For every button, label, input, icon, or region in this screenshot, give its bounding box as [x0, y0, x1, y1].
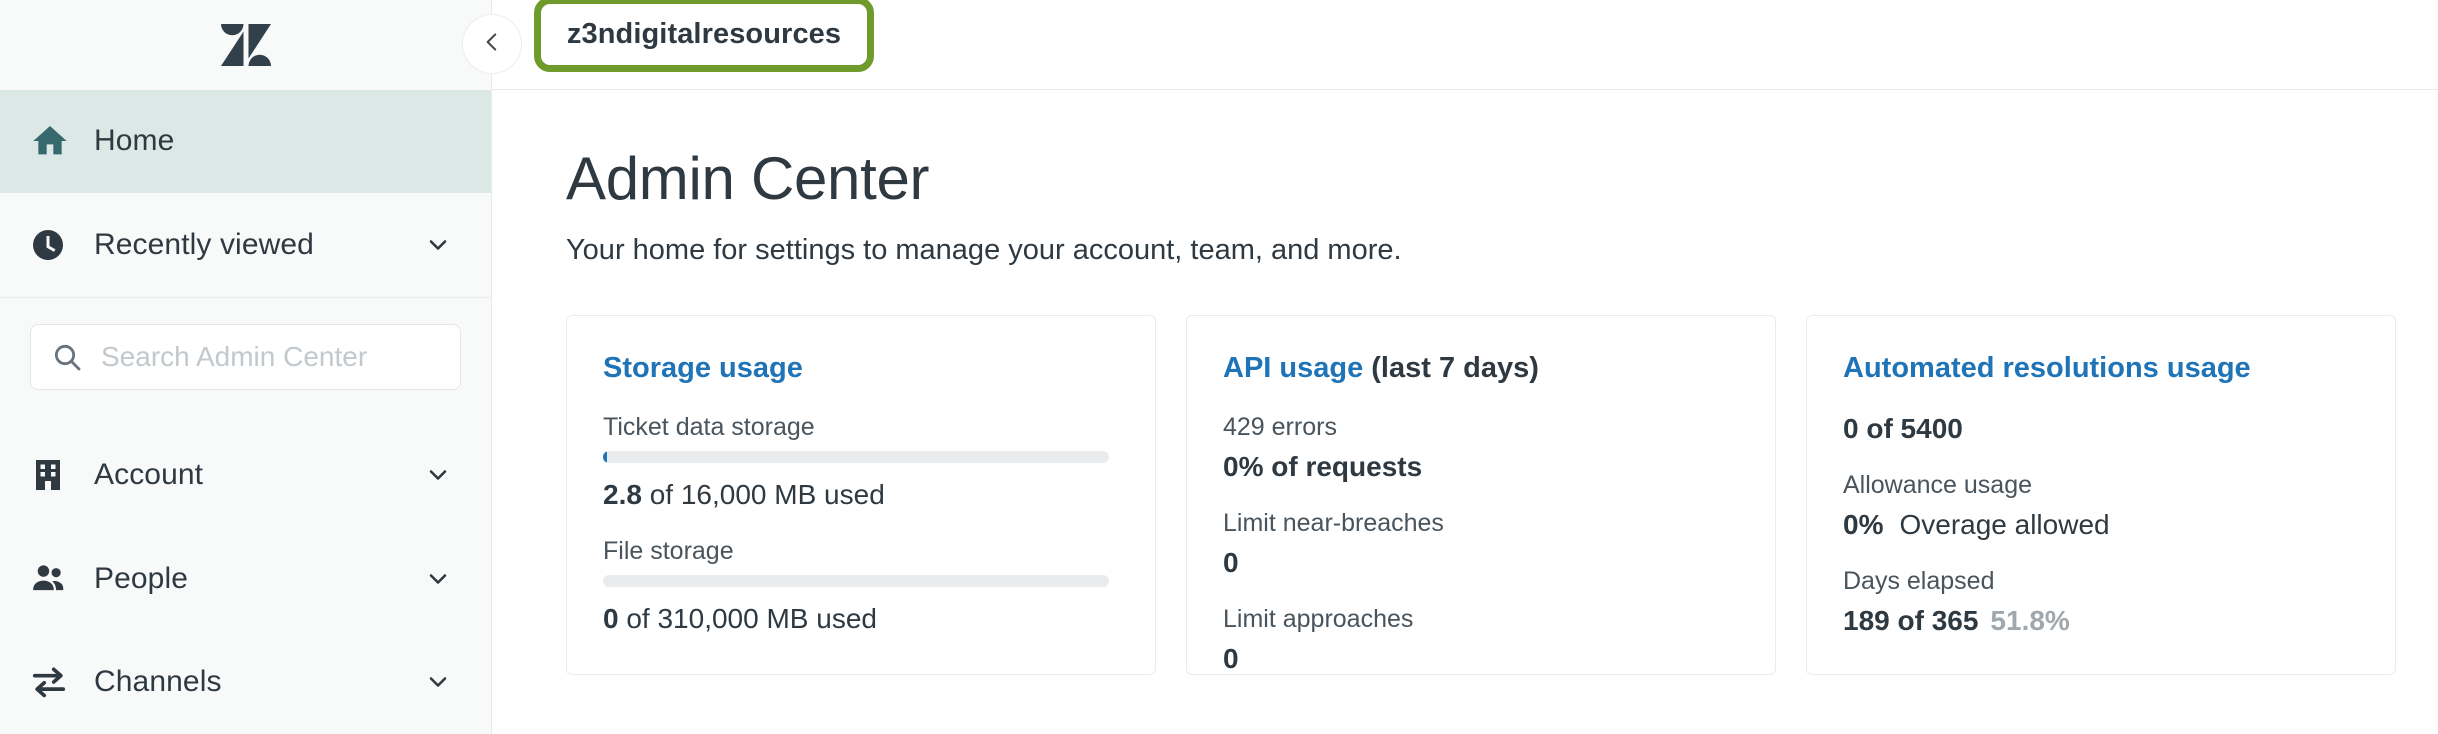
card-title-link[interactable]: Storage usage	[603, 352, 803, 384]
metric-value-strong: 189 of 365	[1843, 605, 1979, 637]
card-title-link[interactable]: API usage	[1223, 352, 1363, 384]
chevron-down-icon[interactable]	[421, 668, 455, 696]
sidebar-item-label: Recently viewed	[94, 227, 314, 261]
metric-value-strong: 2.8	[603, 479, 642, 511]
metric-value-strong: 0	[603, 603, 619, 635]
card-storage-usage: Storage usage Ticket data storage 2.8 of…	[566, 315, 1156, 675]
metric-value-strong: 0	[1223, 547, 1239, 579]
metric-label: Limit approaches	[1223, 605, 1414, 634]
metric-label: Days elapsed	[1843, 567, 1995, 596]
metric-value-muted: 51.8%	[1990, 605, 2070, 637]
card-title-suffix: (last 7 days)	[1363, 352, 1539, 384]
metric-label: 429 errors	[1223, 413, 1337, 442]
sidebar-item-home[interactable]: Home	[0, 89, 491, 194]
metric-value: 0	[1223, 547, 1739, 579]
card-title-link[interactable]: Automated resolutions usage	[1843, 352, 2251, 384]
progress-bar-fill	[603, 451, 607, 464]
usage-cards: Storage usage Ticket data storage 2.8 of…	[566, 315, 2438, 675]
card-title[interactable]: Storage usage	[603, 352, 1119, 385]
sidebar-item-label: People	[94, 561, 189, 595]
building-icon	[30, 457, 94, 493]
card-automated-resolutions-usage: Automated resolutions usage 0 of 5400 Al…	[1806, 315, 2396, 675]
metric-label: Limit near-breaches	[1223, 509, 1444, 538]
chevron-left-icon	[479, 29, 505, 60]
progress-bar-ticket-data	[603, 451, 1109, 464]
metric-value-strong: 0 of 5400	[1843, 413, 1963, 445]
sidebar-item-recently-viewed[interactable]: Recently viewed	[0, 193, 491, 296]
metric-value: 0	[1223, 643, 1739, 675]
people-icon	[30, 560, 94, 598]
metric-value: 0% Overage allowed	[1843, 509, 2359, 541]
card-api-usage: API usage (last 7 days) 429 errors 0% of…	[1186, 315, 1776, 675]
card-title[interactable]: Automated resolutions usage	[1843, 352, 2359, 385]
chevron-down-icon[interactable]	[421, 461, 455, 489]
home-icon	[30, 121, 94, 161]
sidebar-item-people[interactable]: People	[0, 527, 491, 630]
clock-icon	[30, 227, 94, 263]
page-subtitle: Your home for settings to manage your ac…	[566, 234, 1402, 266]
sidebar-item-label: Home	[94, 124, 175, 158]
sidebar: Home Recently viewed Search Admin Center…	[0, 0, 492, 734]
metric-value-strong: 0	[1223, 643, 1239, 675]
progress-bar-file-storage	[603, 575, 1109, 588]
page-content: Admin Center Your home for settings to m…	[492, 90, 2438, 675]
metric-value: 0 of 5400	[1843, 413, 2359, 445]
brand-header	[0, 0, 491, 90]
metric-value: 2.8 of 16,000 MB used	[603, 479, 1119, 511]
card-title[interactable]: API usage (last 7 days)	[1223, 352, 1739, 385]
sidebar-item-label: Channels	[94, 665, 222, 699]
metric-value-rest: of 310,000 MB used	[618, 603, 877, 635]
search-input[interactable]	[101, 340, 440, 373]
zendesk-logo	[218, 19, 274, 71]
metric-value-strong: 0% of requests	[1223, 451, 1423, 483]
tab-label: z3ndigitalresources	[566, 18, 842, 50]
page-title: Admin Center	[566, 145, 930, 212]
metric-label: Allowance usage	[1843, 471, 2033, 500]
collapse-sidebar-button[interactable]	[462, 14, 522, 74]
channels-arrows-icon	[30, 663, 94, 701]
sidebar-item-label: Account	[94, 458, 204, 492]
metric-label: Ticket data storage	[603, 413, 815, 442]
search-box[interactable]	[30, 323, 461, 390]
metric-value-rest: Overage allowed	[1899, 509, 2110, 541]
metric-value-strong: 0%	[1843, 509, 1884, 541]
metric-value: 0 of 310,000 MB used	[603, 603, 1119, 635]
metric-label: File storage	[603, 537, 734, 566]
admin-center-app: Home Recently viewed Search Admin Center…	[0, 0, 2438, 734]
topbar: z3ndigitalresources	[462, 0, 2438, 90]
metric-value: 0% of requests	[1223, 451, 1739, 483]
metric-value-rest: of 16,000 MB used	[641, 479, 885, 511]
metric-value: 189 of 365 51.8%	[1843, 605, 2359, 637]
sidebar-item-account[interactable]: Account	[0, 424, 491, 527]
sidebar-item-channels[interactable]: Channels	[0, 631, 491, 734]
chevron-down-icon[interactable]	[421, 565, 455, 593]
chevron-down-icon[interactable]	[421, 231, 455, 259]
search-section	[0, 298, 491, 424]
tab-z3ndigitalresources[interactable]: z3ndigitalresources	[534, 0, 874, 72]
search-icon	[51, 341, 83, 373]
main-area: z3ndigitalresources Admin Center Your ho…	[462, 0, 2438, 734]
